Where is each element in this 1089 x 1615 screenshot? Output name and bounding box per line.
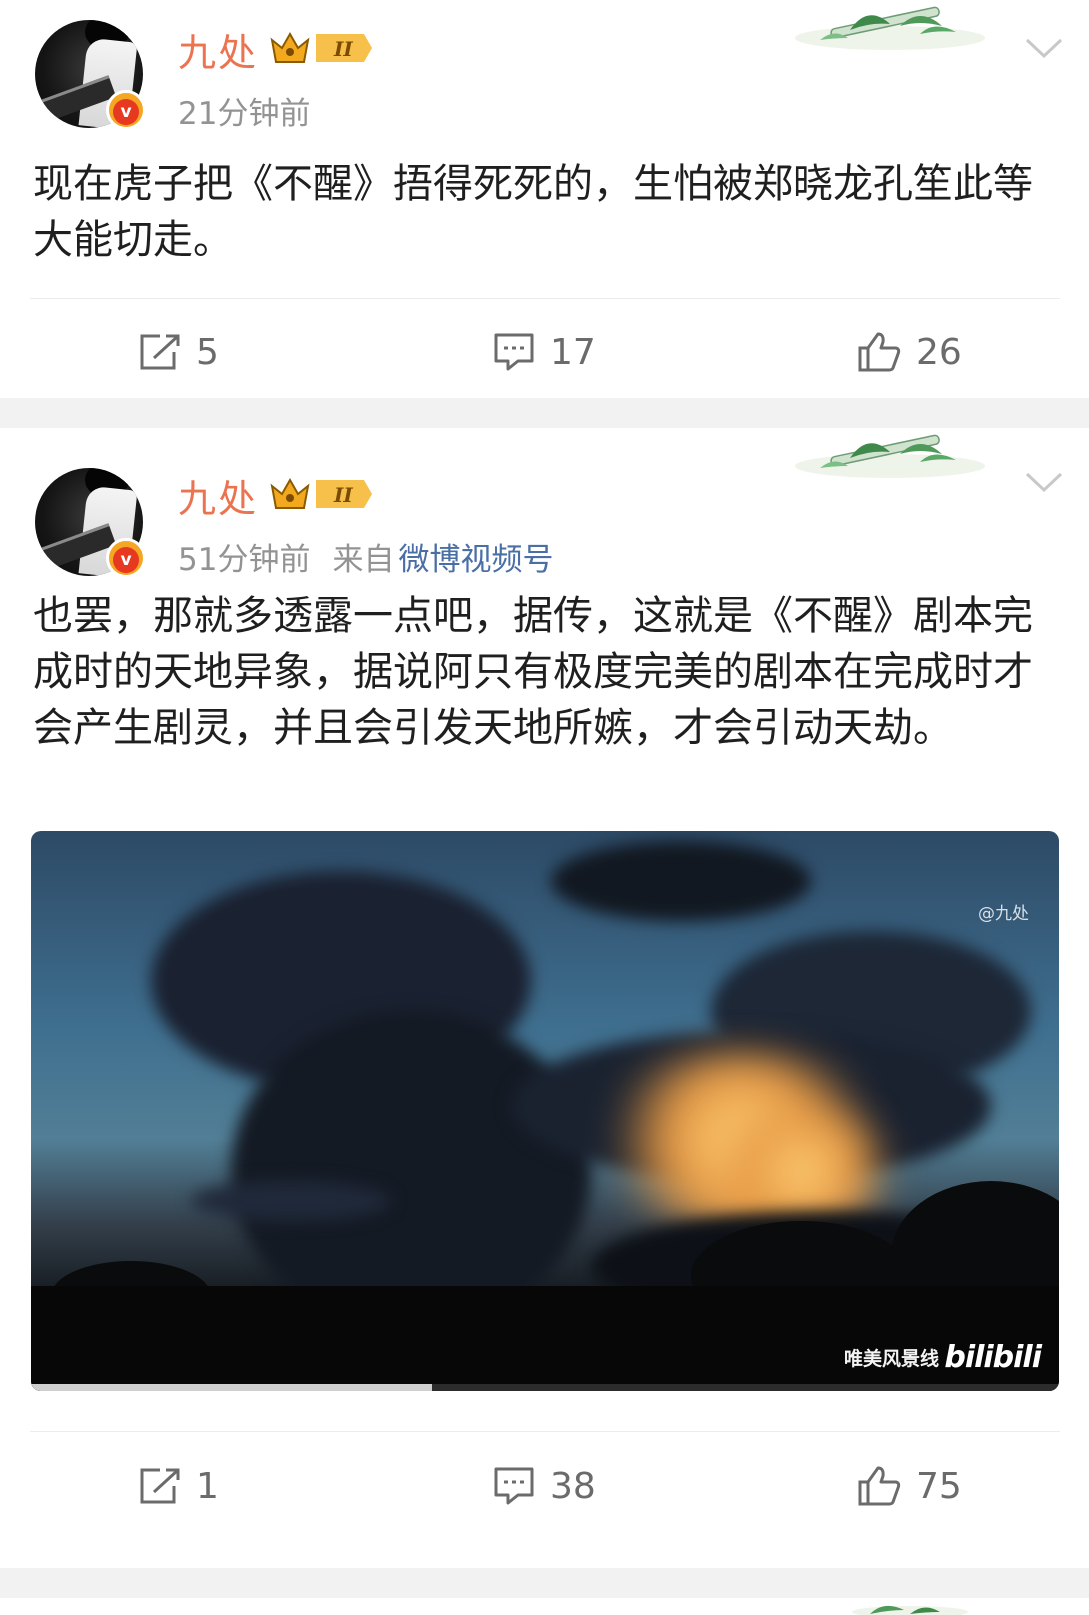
comment-button[interactable]: 17 [492,312,596,392]
comment-icon [494,1467,534,1505]
divider [30,298,1060,299]
video-player[interactable]: @九处 唯美风景线 bilibili [31,831,1059,1391]
source-prefix: 来自 [332,542,395,578]
repost-button[interactable]: 5 [138,312,219,392]
decoration-image [852,1605,968,1615]
decoration-image [795,6,985,50]
post-meta: 51分钟前 来自 微博视频号 [178,534,553,579]
thumbs-up-icon [858,332,901,372]
username[interactable]: 九处 [178,468,258,523]
comment-count: 38 [550,1465,596,1507]
video-progress-played [31,1384,432,1391]
post-text: 现在虎子把《不醒》捂得死死的，生怕被郑晓龙孔笙此等大能切走。 [33,161,1033,263]
decoration-image [795,434,985,478]
chevron-down-icon[interactable] [1024,36,1064,60]
repost-count: 5 [196,331,219,373]
repost-count: 1 [196,1465,219,1507]
source-link[interactable]: 微博视频号 [398,542,553,578]
svg-text:II: II [333,483,353,507]
chevron-down-icon[interactable] [1024,470,1064,494]
video-channel-name: 唯美风景线 [843,1348,939,1370]
weibo-post: v 九处 II 21分钟前 现在虎子把《不醒》捂得死死的，生怕被郑晓龙孔笙此等大… [0,0,1089,398]
post-time: 51分钟前 [178,542,311,578]
repost-icon [140,1468,180,1504]
action-bar: 5 17 26 [0,312,1089,392]
crown-vip-icon[interactable]: II [268,28,374,68]
svg-text:II: II [333,37,353,61]
weibo-post: v 九处 II 51分钟前 来自 微博视频号 也罢，那就多透露一点吧，据传，这就是《… [0,428,1089,1568]
verified-badge-icon: v [106,90,146,130]
weibo-post-partial [0,1598,1089,1615]
repost-icon [140,334,180,370]
comment-button[interactable]: 38 [492,1446,596,1526]
video-watermark: @九处 [978,904,1029,924]
comment-count: 17 [550,331,596,373]
like-count: 75 [916,1465,962,1507]
video-progress-bar[interactable] [31,1384,1059,1391]
like-button[interactable]: 75 [856,1446,962,1526]
comment-icon [494,333,534,371]
bilibili-logo: bilibili [944,1340,1042,1375]
crown-vip-icon[interactable]: II [268,474,374,514]
thumbs-up-icon [858,1466,901,1506]
post-meta: 21分钟前 [178,88,310,133]
like-count: 26 [916,331,962,373]
like-button[interactable]: 26 [856,312,962,392]
post-time: 21分钟前 [178,96,311,132]
username[interactable]: 九处 [178,22,258,77]
repost-button[interactable]: 1 [138,1446,219,1526]
action-bar: 1 38 75 [0,1446,1089,1526]
post-text: 也罢，那就多透露一点吧，据传，这就是《不醒》剧本完成时的天地异象，据说阿只有极度… [33,593,1033,751]
divider [30,1431,1060,1432]
verified-badge-icon: v [106,538,146,578]
